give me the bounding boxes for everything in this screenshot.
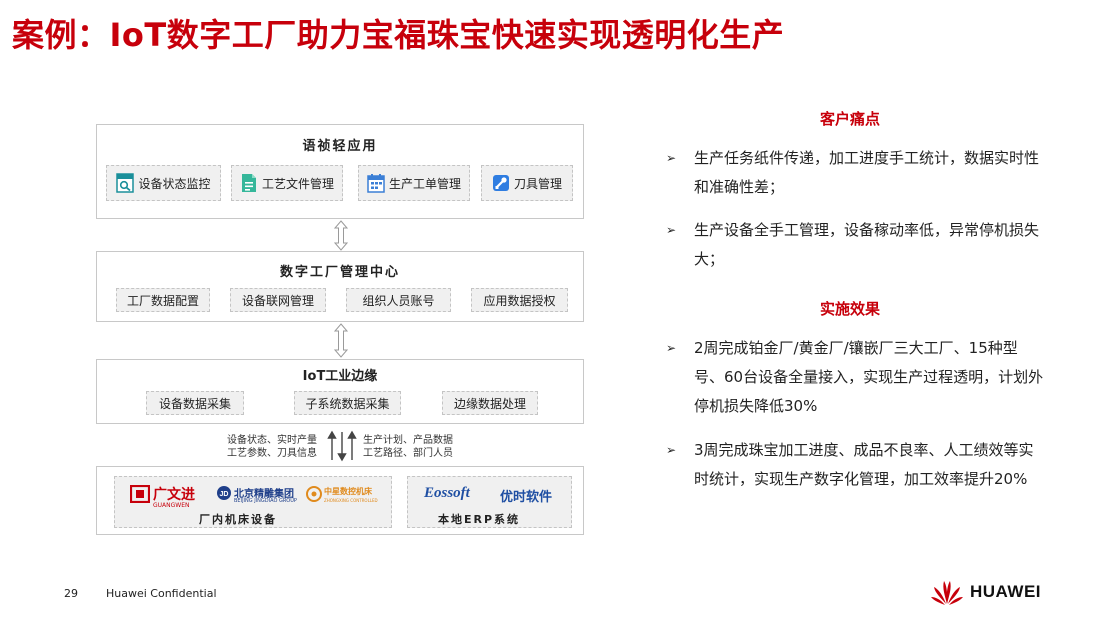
huawei-wordmark: HUAWEI [970,582,1041,601]
center-item[interactable]: 工厂数据配置 [116,288,210,312]
svg-text:JD: JD [220,491,229,498]
app-label: 设备状态监控 [138,176,211,191]
device-layer: 广文进 GUANGWEN JD 北京精雕集团 BEIJING JINGDIAO … [96,466,584,535]
app-tool-mgmt[interactable]: 刀具管理 [481,165,573,201]
local-erp-caption: 本地ERP系统 [438,513,521,526]
app-layer: 语祯轻应用 设备状态监控 工艺文件管理 生产工单管理 刀具管理 [96,124,584,219]
edge-layer-title: IoT工业边缘 [302,369,378,384]
huawei-flower-icon [931,581,963,605]
calendar-icon [367,173,385,193]
app-label: 刀具管理 [513,176,562,191]
zhongxing-logo-icon [306,486,322,502]
brand-eossoft: Eossoft [424,485,470,501]
app-layer-title: 语祯轻应用 [302,139,378,154]
bullet-arrow-icon: ➢ [666,341,677,355]
page-title: 案例：IoT数字工厂助力宝福珠宝快速实现透明化生产 [12,16,785,54]
tool-icon [492,173,510,193]
bidirectional-arrow-icon [334,323,348,358]
app-label: 生产工单管理 [388,176,461,191]
app-work-orders[interactable]: 生产工单管理 [358,165,470,201]
data-flow-arrows-icon [327,430,357,462]
pain-points-heading: 客户痛点 [819,110,880,128]
jingdiao-logo-icon: JD [217,486,231,500]
center-layer-title: 数字工厂管理中心 [279,265,400,280]
bullet-arrow-icon: ➢ [666,151,677,165]
edge-item[interactable]: 设备数据采集 [146,391,244,415]
brand-eossoft-cn: 优时软件 [500,490,553,505]
iot-edge-layer: IoT工业边缘 设备数据采集 子系统数据采集 边缘数据处理 [96,359,584,424]
huawei-logo: HUAWEI [930,578,1041,606]
pain-point-item: ➢ 生产任务纸件传递，加工进度手工统计，数据实时性和准确性差； [666,144,1046,202]
downstream-data-text: 生产计划、产品数据 工艺路径、部门人员 [363,435,453,459]
page-number: 29 [64,587,78,600]
upstream-data-text: 设备状态、实时产量 工艺参数、刀具信息 [227,435,317,459]
center-item[interactable]: 应用数据授权 [471,288,568,312]
brand-zhongxing: 中星数控机床 [324,487,372,496]
effects-heading: 实施效果 [819,300,880,318]
monitor-search-icon [116,173,135,193]
center-item[interactable]: 设备联网管理 [230,288,326,312]
effect-item: ➢ 3周完成珠宝加工进度、成品不良率、人工绩效等实时统计，实现生产数字化管理，加… [666,436,1046,494]
management-center-layer: 数字工厂管理中心 工厂数据配置 设备联网管理 组织人员账号 应用数据授权 [96,251,584,322]
document-icon [240,173,258,193]
edge-item[interactable]: 子系统数据采集 [294,391,401,415]
app-label: 工艺文件管理 [261,176,334,191]
guangwen-logo-icon [130,485,150,503]
effect-item: ➢ 2周完成铂金厂/黄金厂/镶嵌厂三大工厂、15种型号、60台设备全量接入，实现… [666,334,1046,421]
bidirectional-arrow-icon [334,220,348,251]
edge-item[interactable]: 边缘数据处理 [442,391,538,415]
bullet-arrow-icon: ➢ [666,223,677,237]
center-item[interactable]: 组织人员账号 [346,288,451,312]
pain-point-item: ➢ 生产设备全手工管理，设备稼动率低，异常停机损失大； [666,216,1046,274]
brand-guangwen: 广文进 [153,487,195,503]
machine-devices-caption: 厂内机床设备 [199,513,277,526]
app-device-monitor[interactable]: 设备状态监控 [106,165,221,201]
machine-devices-box: 广文进 GUANGWEN JD 北京精雕集团 BEIJING JINGDIAO … [114,476,392,528]
confidential-label: Huawei Confidential [106,587,217,600]
app-process-docs[interactable]: 工艺文件管理 [231,165,343,201]
local-erp-box: Eossoft 优时软件 本地ERP系统 [407,476,572,528]
bullet-arrow-icon: ➢ [666,443,677,457]
